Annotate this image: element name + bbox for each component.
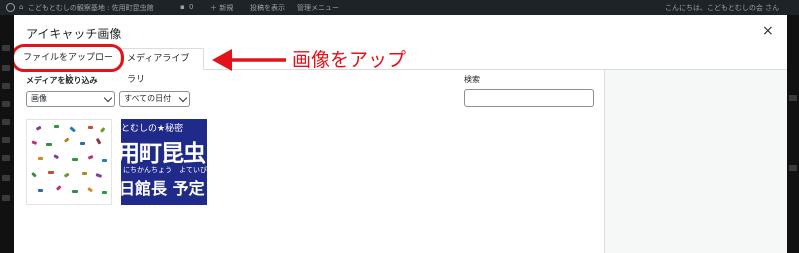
filter-label: メディアを絞り込み xyxy=(26,76,98,85)
banner-line-3: にちかんちょう よていび xyxy=(123,166,207,174)
attachment-insect-pattern[interactable] xyxy=(26,119,112,205)
comments-icon[interactable]: ▪ xyxy=(180,3,185,11)
banner-line-1: とむしの★秘密 xyxy=(121,124,184,134)
insect-pattern-image xyxy=(31,125,107,194)
admin-sidebar-dimmed xyxy=(0,15,14,253)
new-content-link[interactable]: ＋ 新規 xyxy=(210,3,233,13)
close-icon[interactable]: × xyxy=(762,23,774,39)
chevron-down-icon xyxy=(103,93,113,103)
highlight-ring xyxy=(14,44,124,72)
banner-line-4: 日館長 予定 xyxy=(121,179,205,198)
search-input[interactable] xyxy=(464,89,594,107)
comments-count[interactable]: 0 xyxy=(189,3,193,11)
modal-title: アイキャッチ画像 xyxy=(26,27,122,41)
view-post-link[interactable]: 投稿を表示 xyxy=(250,3,285,13)
admin-menu-link[interactable]: 管理メニュー xyxy=(297,3,339,13)
attachment-event-banner[interactable]: とむしの★秘密 用町昆虫 にちかんちょう よていび 日館長 予定 xyxy=(121,119,207,205)
annotation-text: 画像をアップ xyxy=(292,49,407,71)
media-type-select[interactable]: 画像 xyxy=(26,91,115,107)
admin-bar: ⌂ こどもとむしの観察基地 : 佐用町昆虫館 ▪ 0 ＋ 新規 投稿を表示 管理… xyxy=(0,0,799,15)
media-type-value: 画像 xyxy=(31,94,47,103)
home-icon[interactable]: ⌂ xyxy=(19,3,23,11)
banner-line-2: 用町昆虫 xyxy=(121,141,206,167)
chevron-down-icon xyxy=(178,93,188,103)
date-filter-select[interactable]: すべての日付 xyxy=(119,91,190,107)
greeting-text[interactable]: こんにちは、こどもとむしの会 さん xyxy=(665,3,779,13)
annotation-arrow-icon xyxy=(212,49,286,71)
wordpress-logo-icon[interactable] xyxy=(6,3,15,12)
site-name-link[interactable]: こどもとむしの観察基地 : 佐用町昆虫館 xyxy=(28,3,154,13)
page-background-dimmed xyxy=(787,15,799,253)
attachment-details-sidebar xyxy=(604,70,787,253)
date-filter-value: すべての日付 xyxy=(124,94,172,103)
search-label: 検索 xyxy=(464,75,480,84)
tab-media-library[interactable]: メディアライブラリ xyxy=(120,48,204,85)
featured-image-modal: アイキャッチ画像 × ファイルをアップロード メディアライブラリ 画像をアップ … xyxy=(14,15,787,253)
